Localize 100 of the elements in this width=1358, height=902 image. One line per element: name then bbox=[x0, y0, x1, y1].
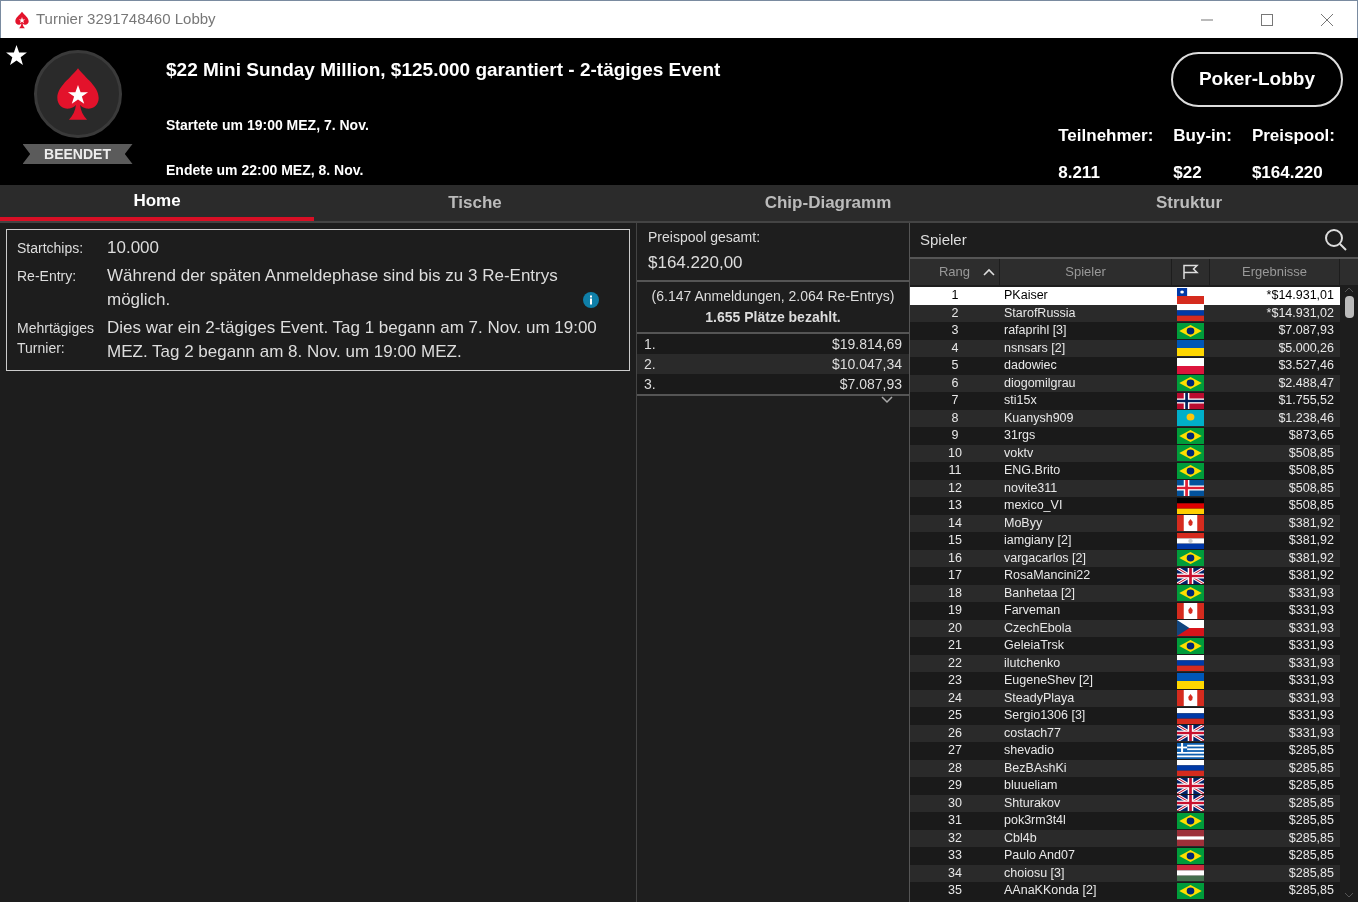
player-name: bluueliam bbox=[1003, 777, 1059, 795]
column-header[interactable]: Ergebnisse bbox=[1210, 259, 1340, 285]
prizepool-label: Preispool gesamt: bbox=[648, 228, 762, 248]
rank-cell-text: 17 bbox=[947, 567, 963, 585]
player-name: Banhetaa [2] bbox=[1003, 584, 1076, 602]
player-name: shevadio bbox=[1003, 742, 1056, 760]
detail-label: Re-Entry: bbox=[17, 267, 78, 286]
stat-label: Preispool: bbox=[1251, 125, 1335, 147]
rank-cell-text: 32 bbox=[947, 829, 963, 847]
result-cell-text: $381,92 bbox=[1287, 549, 1335, 567]
chevron-down-icon[interactable] bbox=[881, 396, 893, 404]
player-name: nsnsars [2] bbox=[1003, 339, 1067, 357]
rank-cell-text: 15 bbox=[947, 532, 963, 550]
payout-amount: $19.814,69 bbox=[831, 334, 902, 354]
info-icon[interactable] bbox=[583, 292, 599, 308]
rank-cell-text: 1 bbox=[950, 287, 960, 305]
payout-amount: $10.047,34 bbox=[831, 354, 902, 374]
player-name: RosaMancini22 bbox=[1003, 567, 1092, 585]
stat-value: 8.211 bbox=[1058, 161, 1101, 184]
detail-value: Dies war ein 2-tägiges Event. Tag 1 begann am 7. Nov. um 19:00 MEZ. Tag 2 begann am 8. Nov. um 19:00 MEZ. bbox=[107, 317, 598, 363]
result-cell-text: *$14.931,02 bbox=[1265, 304, 1335, 322]
payout-amount: $7.087,93 bbox=[839, 374, 902, 394]
detail-label: Startchips: bbox=[17, 239, 85, 258]
stat-label: Teilnehmer: bbox=[1058, 125, 1154, 147]
close-icon bbox=[1321, 13, 1333, 26]
player-name: MoByy bbox=[1003, 514, 1044, 532]
window-title: Turnier 3291748460 Lobby bbox=[36, 9, 216, 30]
column-header[interactable]: Rang bbox=[910, 259, 1000, 285]
detail-value: 10.000 bbox=[107, 237, 159, 259]
result-cell-text: $331,93 bbox=[1287, 654, 1335, 672]
spade-logo-icon bbox=[12, 9, 32, 30]
player-name: EugeneShev [2] bbox=[1003, 672, 1094, 690]
result-cell-text: $2.488,47 bbox=[1277, 374, 1335, 392]
stat-value: $22 bbox=[1173, 161, 1203, 184]
stat-label: Buy-in: bbox=[1173, 125, 1232, 147]
start-time: Startete um 19:00 MEZ, 7. Nov. bbox=[166, 115, 370, 135]
poker-lobby-button[interactable]: Poker-Lobby bbox=[1170, 52, 1343, 107]
result-cell-text: $508,85 bbox=[1287, 462, 1335, 480]
player-name: Kuanysh909 bbox=[1003, 409, 1075, 427]
scrollbar-thumb[interactable] bbox=[1344, 296, 1354, 318]
player-name: ENG.Brito bbox=[1003, 462, 1062, 480]
player-name: pok3rm3t4l bbox=[1003, 812, 1067, 830]
rank-cell-text: 12 bbox=[947, 479, 963, 497]
result-cell-text: $331,93 bbox=[1287, 637, 1335, 655]
result-cell-text: $331,93 bbox=[1287, 724, 1335, 742]
rank-cell-text: 8 bbox=[950, 409, 960, 427]
player-name: diogomilgrau bbox=[1003, 374, 1077, 392]
rank-cell-text: 28 bbox=[947, 759, 963, 777]
result-cell-text: $331,93 bbox=[1287, 672, 1335, 690]
rank-cell-text: 5 bbox=[950, 357, 960, 375]
flag-column-icon[interactable] bbox=[1181, 264, 1200, 280]
search-icon[interactable] bbox=[1324, 228, 1348, 252]
result-cell-text: $1.238,46 bbox=[1277, 409, 1335, 427]
rank-cell-text: 24 bbox=[947, 689, 963, 707]
rank-cell-text: 6 bbox=[950, 374, 960, 392]
star-icon[interactable] bbox=[6, 45, 27, 65]
player-name: choiosu [3] bbox=[1003, 864, 1066, 882]
result-cell-text: $7.087,93 bbox=[1277, 322, 1335, 340]
tab[interactable]: Chip-Diagramm bbox=[636, 185, 1020, 221]
result-cell-text: $285,85 bbox=[1287, 759, 1335, 777]
player-name: Farveman bbox=[1003, 602, 1062, 620]
rank-cell-text: 31 bbox=[947, 812, 963, 830]
result-cell-text: $331,93 bbox=[1287, 707, 1335, 725]
player-name: sti15x bbox=[1003, 392, 1038, 410]
paid-places-text: 1.655 Plätze bezahlt. bbox=[705, 308, 841, 327]
column-header[interactable]: Spieler bbox=[1000, 259, 1172, 285]
tab[interactable]: Home bbox=[0, 185, 314, 221]
player-name: Shturakov bbox=[1003, 794, 1062, 812]
player-name: Paulo And07 bbox=[1003, 847, 1076, 865]
minimize-icon bbox=[1201, 18, 1213, 21]
result-cell-text: $285,85 bbox=[1287, 829, 1335, 847]
result-cell-text: $285,85 bbox=[1287, 864, 1335, 882]
rank-cell-text: 35 bbox=[947, 882, 963, 900]
rank-cell-text: 7 bbox=[950, 392, 960, 410]
player-name: 31rgs bbox=[1003, 427, 1037, 445]
rank-cell-text: 33 bbox=[947, 847, 963, 865]
rank-cell-text: 26 bbox=[947, 724, 963, 742]
rank-cell-text: 21 bbox=[947, 637, 963, 655]
player-name: ilutchenko bbox=[1003, 654, 1062, 672]
result-cell-text: $285,85 bbox=[1287, 847, 1335, 865]
payout-place: 3. bbox=[644, 374, 656, 394]
result-cell-text: $508,85 bbox=[1287, 444, 1335, 462]
tab[interactable]: Struktur bbox=[1020, 185, 1358, 221]
rank-cell-text: 19 bbox=[947, 602, 963, 620]
player-name: AAnaKKonda [2] bbox=[1003, 882, 1098, 900]
player-row[interactable]: 1 PKaiser *$14.931,01 bbox=[910, 287, 1340, 305]
tab[interactable]: Tische bbox=[314, 185, 636, 221]
result-cell-text: $873,65 bbox=[1287, 427, 1335, 445]
player-name: CzechEbola bbox=[1003, 619, 1073, 637]
prizepool-value: $164.220,00 bbox=[648, 252, 744, 275]
entries-text: (6.147 Anmeldungen, 2.064 Re-Entrys) bbox=[651, 287, 895, 306]
result-cell-text: $1.755,52 bbox=[1277, 392, 1335, 410]
player-name: vargacarlos [2] bbox=[1003, 549, 1087, 567]
player-name: BezBAshKi bbox=[1003, 759, 1068, 777]
result-cell-text: $381,92 bbox=[1287, 567, 1335, 585]
end-time: Endete um 22:00 MEZ, 8. Nov. bbox=[166, 160, 365, 180]
player-name: voktv bbox=[1003, 444, 1035, 462]
result-cell-text: *$14.931,01 bbox=[1265, 287, 1335, 305]
player-name: StarofRussia bbox=[1003, 304, 1077, 322]
result-cell-text: $285,85 bbox=[1287, 882, 1335, 900]
